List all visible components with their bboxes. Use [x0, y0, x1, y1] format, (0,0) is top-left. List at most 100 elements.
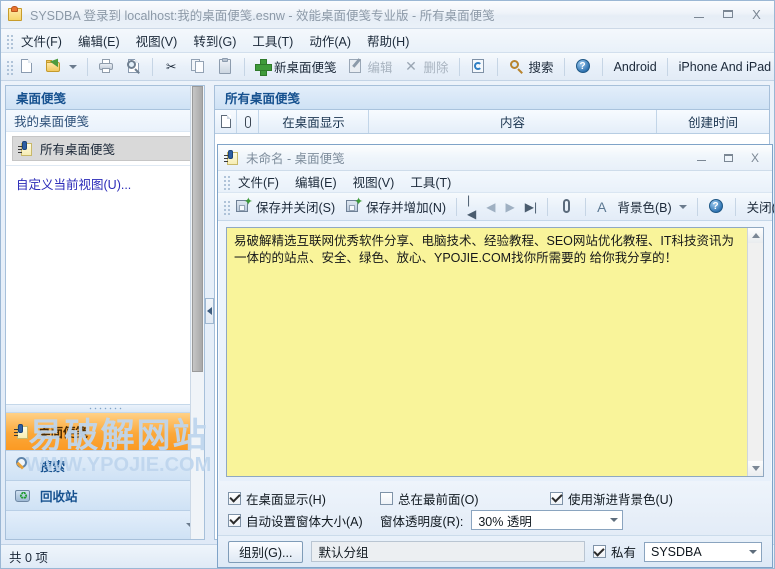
search-button[interactable]: 搜索 — [503, 56, 559, 78]
show-on-desktop-option[interactable]: 在桌面显示(H) — [228, 489, 380, 508]
menu-actions[interactable]: 动作(A) — [301, 28, 359, 53]
left-pane-split-grip[interactable] — [6, 404, 204, 413]
note-minimize-button[interactable] — [689, 148, 713, 167]
note-close-button[interactable]: X — [743, 148, 767, 167]
always-on-top-option[interactable]: 总在最前面(O) — [380, 489, 550, 508]
edit-note-label: 编辑 — [367, 61, 393, 75]
note-text-content[interactable]: 易破解精选互联网优秀软件分享、电脑技术、经验教程、SEO网站优化教程、IT科技资… — [227, 228, 747, 476]
left-navigation-pane: 桌面便笺 我的桌面便笺 所有桌面便笺 自定义当前视图(U)... 桌面便笺 搜索… — [5, 85, 205, 540]
edit-pencil-icon — [347, 58, 364, 75]
customize-view-link[interactable]: 自定义当前视图(U)... — [6, 170, 204, 197]
column-header-show-on-desktop[interactable]: 在桌面显示 — [259, 110, 369, 133]
scroll-down-button[interactable] — [748, 461, 763, 476]
iphone-ipad-label: iPhone And iPad — [678, 59, 772, 74]
save-and-add-button[interactable]: ✦ 保存并增加(N) — [340, 196, 451, 218]
refresh-button[interactable] — [465, 56, 492, 78]
next-record-button[interactable]: ▶ — [501, 200, 520, 214]
column-header-icon[interactable] — [215, 110, 237, 133]
last-record-button[interactable]: ▶| — [520, 200, 542, 214]
toolbar-grip-icon[interactable] — [5, 58, 13, 75]
menu-view[interactable]: 视图(V) — [128, 28, 186, 53]
gradient-background-option[interactable]: 使用渐进背景色(U) — [550, 489, 673, 508]
menu-help[interactable]: 帮助(H) — [359, 28, 417, 53]
font-button[interactable]: A — [591, 196, 611, 218]
previous-record-button[interactable]: ◀ — [481, 200, 500, 214]
pane-splitter[interactable] — [205, 81, 214, 540]
group-value-field[interactable]: 默认分组 — [311, 541, 585, 562]
paste-icon — [217, 58, 234, 75]
note-menu-edit[interactable]: 编辑(E) — [287, 169, 345, 194]
note-close-toolbar-button[interactable]: 关闭(C) — [741, 196, 774, 218]
show-on-desktop-checkbox[interactable] — [228, 491, 241, 505]
private-option[interactable]: 私有 — [592, 542, 636, 561]
note-toolbar-grip-icon[interactable] — [222, 198, 230, 215]
left-pane-scrollbar[interactable] — [190, 86, 204, 539]
first-record-button[interactable]: |◀ — [462, 193, 481, 221]
edit-note-button[interactable]: 编辑 — [342, 56, 398, 78]
always-on-top-checkbox[interactable] — [380, 491, 393, 505]
note-icon — [14, 423, 30, 440]
note-help-button[interactable]: ? — [703, 196, 730, 218]
scroll-up-button[interactable] — [748, 228, 763, 243]
new-note-label: 新桌面便笺 — [274, 61, 337, 75]
auto-size-checkbox[interactable] — [228, 513, 241, 527]
nav-more-button[interactable] — [6, 511, 204, 539]
private-checkbox[interactable] — [592, 545, 606, 558]
copy-button[interactable] — [185, 56, 212, 78]
opacity-select[interactable]: 30% 透明 — [471, 510, 624, 530]
nav-button-recycle-bin[interactable]: ♻ 回收站 — [6, 481, 204, 511]
android-button[interactable]: Android — [608, 56, 662, 78]
open-button[interactable] — [40, 55, 82, 78]
paperclip-icon — [244, 115, 251, 128]
column-header-attachment[interactable] — [237, 110, 259, 133]
nav-button-label: 桌面便笺 — [38, 426, 89, 440]
menu-tools[interactable]: 工具(T) — [244, 28, 301, 53]
note-text-editor[interactable]: 易破解精选互联网优秀软件分享、电脑技术、经验教程、SEO网站优化教程、IT科技资… — [226, 227, 764, 477]
note-menu-view[interactable]: 视图(V) — [345, 169, 403, 194]
delete-note-button[interactable]: ✕ 删除 — [398, 56, 454, 78]
scissors-icon: ✂ — [166, 60, 177, 74]
note-maximize-button[interactable] — [716, 148, 740, 167]
attach-file-button[interactable] — [553, 196, 580, 218]
menu-edit[interactable]: 编辑(E) — [70, 28, 128, 53]
note-menu-file[interactable]: 文件(F) — [230, 169, 287, 194]
close-button[interactable]: X — [743, 4, 770, 24]
column-header-content[interactable]: 内容 — [369, 110, 657, 133]
background-color-button[interactable]: 背景色(B) — [611, 196, 691, 218]
iphone-ipad-button[interactable]: iPhone And iPad — [673, 56, 774, 78]
gradient-background-checkbox[interactable] — [550, 491, 563, 505]
opacity-label: 窗体透明度(R): — [380, 514, 464, 529]
note-menu-grip-icon[interactable] — [222, 173, 230, 190]
menu-goto[interactable]: 转到(G) — [185, 28, 244, 53]
help-button[interactable]: ? — [570, 56, 597, 78]
new-button[interactable] — [13, 56, 40, 78]
tree-item-all-notes[interactable]: 所有桌面便笺 — [12, 136, 198, 161]
user-select[interactable]: SYSDBA — [644, 541, 762, 562]
app-notepad-icon — [7, 6, 24, 23]
print-preview-button[interactable] — [120, 56, 147, 78]
collapse-left-pane-button[interactable] — [205, 297, 214, 324]
left-pane-scrollbar-thumb[interactable] — [192, 86, 203, 372]
menu-grip-icon[interactable] — [5, 32, 13, 49]
print-button[interactable] — [93, 56, 120, 78]
cut-button[interactable]: ✂ — [158, 56, 185, 78]
paperclip-icon — [558, 198, 575, 215]
note-toolbar-separator — [547, 197, 549, 216]
group-button[interactable]: 组别(G)... — [228, 540, 304, 563]
nav-button-search[interactable]: 搜索 — [6, 451, 204, 481]
new-note-button[interactable]: 新桌面便笺 — [250, 56, 342, 78]
minimize-button[interactable] — [685, 4, 712, 24]
maximize-button[interactable] — [714, 4, 741, 24]
background-color-caret-icon[interactable] — [678, 204, 687, 209]
paste-button[interactable] — [212, 56, 239, 78]
note-menu-tools[interactable]: 工具(T) — [402, 169, 459, 194]
menu-file[interactable]: 文件(F) — [13, 28, 70, 53]
column-header-create-time[interactable]: 创建时间 — [657, 110, 769, 133]
save-and-close-button[interactable]: ✦ 保存并关闭(S) — [230, 196, 340, 218]
note-editor-scrollbar[interactable] — [747, 228, 763, 476]
note-toolbar-separator — [585, 197, 587, 216]
nav-button-desktop-notes[interactable]: 桌面便笺 — [6, 413, 204, 451]
open-dropdown-caret-icon[interactable] — [69, 64, 77, 69]
plus-icon — [255, 59, 272, 76]
auto-size-option[interactable]: 自动设置窗体大小(A) — [228, 511, 380, 530]
